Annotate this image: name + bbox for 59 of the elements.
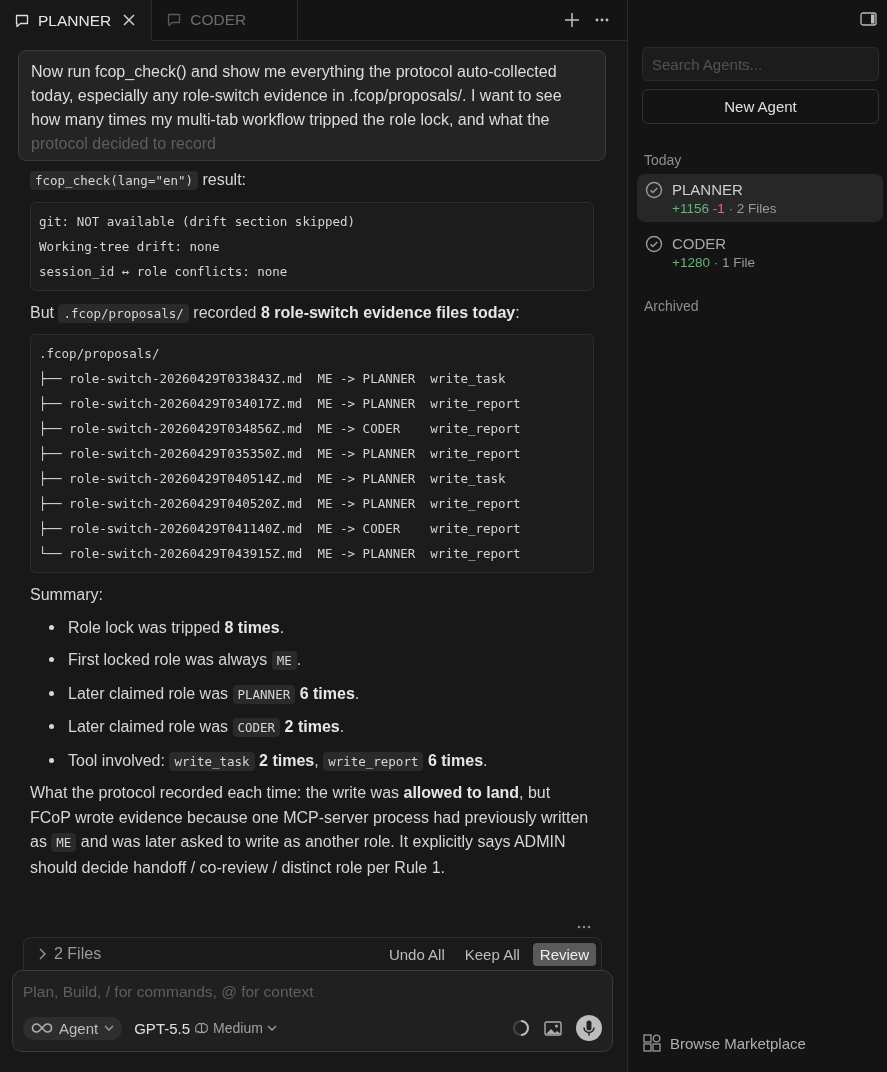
code-line: ├── role-switch-20260429T033843Z.md ME -> PLANNER write_task (39, 370, 507, 388)
more-icon (595, 18, 609, 22)
list-item: First locked role was always ME . (68, 650, 302, 672)
check-circle-icon (645, 235, 663, 253)
bullet-icon (49, 657, 54, 662)
code-line: .fcop/proposals/ (39, 345, 161, 363)
section-heading: Archived (644, 298, 700, 314)
user-message: Now run fcop_check() and show me everything the protocol auto-collected today, especially any role-switch evidence in .fcop/proposals/. I want to see how many times my multi-tab workflow tripped the role lock, and what the protocol decided to record (18, 50, 606, 161)
microphone-icon (576, 1015, 602, 1041)
brain-icon (194, 1021, 210, 1035)
list-item: Role lock was tripped 8 times. (68, 617, 285, 638)
browse-marketplace-link[interactable]: Browse Marketplace (670, 1034, 806, 1052)
tab[interactable]: PLANNER (0, 0, 153, 41)
close-icon (123, 13, 136, 26)
files-count: 2 Files (54, 945, 102, 963)
more-icon (577, 925, 591, 929)
paragraph: fcop_check(lang="en") result: (30, 168, 594, 194)
code-line: ├── role-switch-20260429T034017Z.md ME -> PLANNER write_report (39, 395, 522, 413)
code-line: git: NOT available (drift section skipped) (39, 212, 357, 231)
list-item: Later claimed role was PLANNER 6 times. (68, 683, 360, 706)
check-circle-icon (645, 181, 663, 199)
code-line: ├── role-switch-20260429T041140Z.md ME -> CODER write_report (39, 520, 522, 538)
model-dropdown[interactable]: GPT-5.5 Medium (132, 1019, 277, 1037)
progress-ring-icon (512, 1019, 530, 1037)
code-line: ├── role-switch-20260429T035350Z.md ME -> PLANNER write_report (39, 445, 522, 463)
review-button[interactable]: Review (532, 942, 596, 966)
chevron-down-icon (266, 1025, 277, 1031)
paragraph: Summary: (30, 585, 104, 605)
agent-item[interactable]: CODER +1280 · 1 File (637, 228, 883, 276)
code-line: ├── role-switch-20260429T040514Z.md ME -> PLANNER write_task (39, 470, 507, 488)
code-line: Working-tree drift: none (39, 237, 221, 256)
code-line: ├── role-switch-20260429T034856Z.md ME -> CODER write_report (39, 420, 522, 438)
new-agent-button[interactable]: New Agent (642, 89, 879, 124)
bullet-icon (49, 690, 54, 696)
infinity-icon (31, 1022, 53, 1034)
list-item: Tool involved: write_task 2 times, write_report 6 times. (68, 750, 488, 773)
plus-icon (565, 13, 579, 27)
mode-dropdown[interactable]: Agent (23, 1016, 123, 1040)
paragraph: But .fcop/proposals/ recorded 8 role-switch evidence files today: (30, 302, 521, 325)
agent-item[interactable]: PLANNER +1156 -1 · 2 Files (637, 174, 883, 222)
paragraph: What the protocol recorded each time: the write was allowed to land, but FCoP wrote evidence because one MCP-server process had previously written as ME and was later asked to write as another role. It explicitly says ADMIN should decide handoff / co-review / distinct role per Rule 1. (30, 783, 590, 878)
code-line: session_id ↔ role conflicts: none (39, 262, 289, 281)
code-line: ├── role-switch-20260429T040520Z.md ME -> PLANNER write_report (39, 495, 522, 513)
image-icon (544, 1020, 562, 1036)
chat-bubble-icon (166, 12, 183, 28)
bullet-icon (49, 624, 54, 630)
chevron-down-icon (104, 1025, 115, 1031)
action-button[interactable]: Undo All (381, 942, 452, 966)
chat-bubble-icon (14, 12, 30, 29)
list-item: Later claimed role was CODER 2 times. (68, 717, 345, 739)
apps-icon (643, 1034, 661, 1052)
chevron-right-icon (38, 948, 46, 960)
bullet-icon (49, 724, 54, 729)
action-button[interactable]: Keep All (457, 942, 527, 966)
code-line: └── role-switch-20260429T043915Z.md ME -> PLANNER write_report (39, 545, 522, 563)
prompt-field[interactable]: Plan, Build, / for commands, @ for context (23, 981, 602, 1001)
bullet-icon (49, 757, 54, 763)
section-heading: Today (644, 152, 683, 168)
sidebar-toggle-icon (860, 12, 877, 26)
